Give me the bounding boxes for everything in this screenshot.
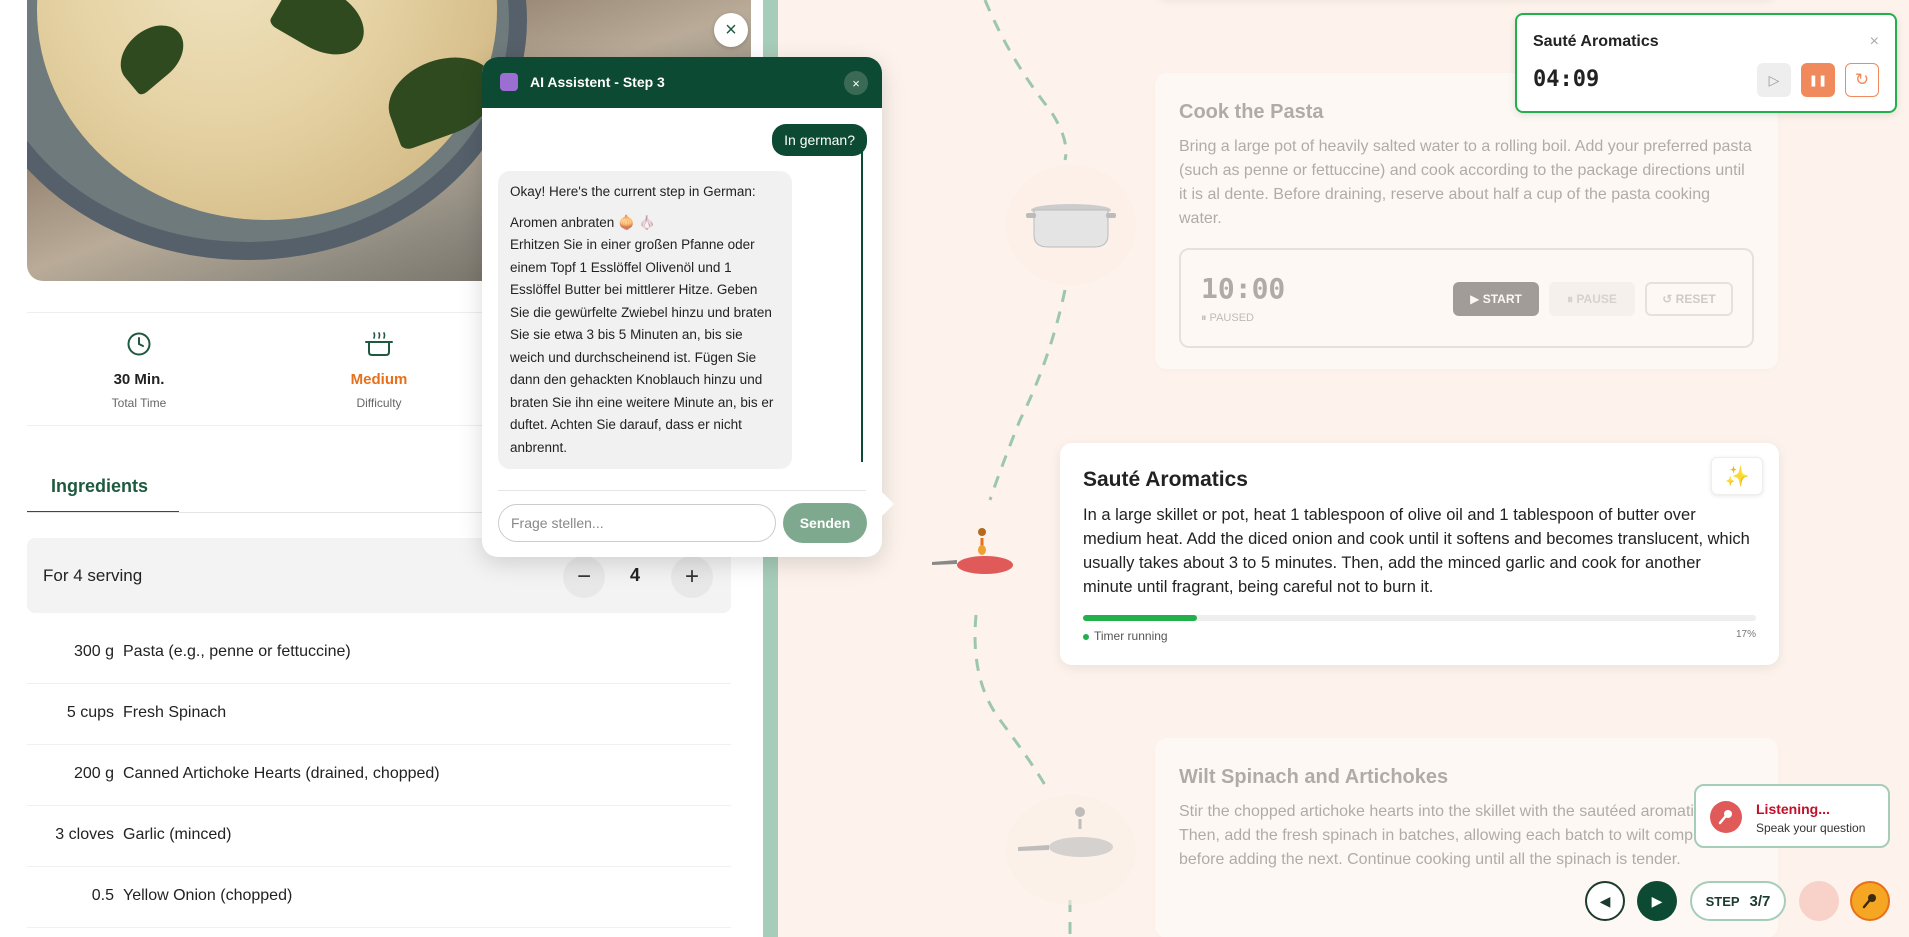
stat-value: Medium — [350, 371, 408, 388]
microphone-icon — [1862, 894, 1876, 909]
step-card-wilt-spinach[interactable]: Wilt Spinach and Artichokes Stir the cho… — [1155, 738, 1778, 937]
assistant-intro: Okay! Here's the current step in German: — [510, 184, 756, 199]
assistant-heading: Aromen anbraten 🧅 🧄 — [510, 214, 656, 230]
decrease-serving-button[interactable]: − — [563, 556, 605, 598]
timer-status: Timer running — [1083, 629, 1168, 643]
status-dot-icon — [1083, 633, 1089, 640]
stat-total-time: 30 Min. Total Time — [54, 331, 224, 410]
pan-illustration — [930, 520, 1020, 580]
step-timer: 10:00 ⏸ PAUSED ▶ START ⏸ PAUSE ↺ RESET — [1179, 248, 1754, 348]
step-title: Wilt Spinach and Artichokes — [1179, 766, 1449, 788]
timer-display: 10:00 — [1201, 272, 1286, 305]
ingredient-name: Garlic (minced) — [123, 826, 232, 843]
timer-progress-percent: 17% — [1735, 629, 1756, 640]
user-message: In german? — [772, 124, 867, 156]
ai-assistant-chat: AI Assistent - Step 3 × In german? Okay!… — [482, 57, 894, 557]
floating-timer-title: Sauté Aromatics — [1533, 33, 1659, 50]
pot-icon — [294, 331, 464, 361]
step-label: STEP — [1705, 893, 1740, 909]
timer-progress-fill — [1083, 615, 1198, 621]
step-title: Sauté Aromatics — [1083, 468, 1248, 491]
sparkle-icon: ✨ — [1724, 465, 1750, 488]
ingredient-row: 200 g Canned Artichoke Hearts (drained, … — [27, 745, 731, 806]
microphone-icon — [1710, 801, 1742, 833]
step-text: Stir the chopped artichoke hearts into t… — [1179, 803, 1731, 868]
serving-count: 4 — [630, 565, 641, 585]
ingredient-name: Canned Artichoke Hearts (drained, choppe… — [123, 765, 440, 782]
increase-serving-button[interactable]: + — [671, 556, 713, 598]
ingredient-amount: 5 cups — [66, 704, 114, 721]
reset-button[interactable]: ↺ RESET — [1645, 282, 1733, 316]
step-text: Bring a large pot of heavily salted wate… — [1179, 138, 1752, 227]
previous-step-button[interactable]: ◀ — [1585, 881, 1625, 921]
close-chat-button[interactable]: × — [844, 71, 868, 95]
serving-label: For 4 serving — [43, 566, 143, 585]
listening-indicator: Listening... Speak your question — [1694, 784, 1890, 848]
timer-status-text: Timer running — [1094, 629, 1168, 643]
step-text: In a large skillet or pot, heat 1 tables… — [1083, 506, 1750, 596]
assistant-message: Okay! Here's the current step in German:… — [498, 171, 792, 469]
ingredient-row: 0.5 Yellow Onion (chopped) — [27, 867, 731, 928]
chat-title: AI Assistent - Step 3 — [530, 74, 665, 90]
chat-scrollbar[interactable] — [861, 137, 863, 462]
step-indicator: STEP 3/7 — [1690, 881, 1786, 921]
step-title: Cook the Pasta — [1179, 101, 1324, 123]
ingredient-amount: 0.5 — [91, 887, 114, 904]
ingredient-row: 300 g Pasta (e.g., penne or fettuccine) — [27, 623, 731, 684]
timer-progress-bar — [1083, 615, 1756, 621]
close-icon[interactable]: × — [714, 13, 748, 47]
floating-timer: Sauté Aromatics × 04:09 ▷ ❚❚ ↻ — [1515, 13, 1897, 113]
listening-title: Listening... — [1756, 801, 1830, 817]
clock-icon — [54, 331, 224, 361]
step-card-saute-aromatics[interactable]: Sauté Aromatics ✨ In a large skillet or … — [1060, 443, 1779, 665]
robot-icon — [500, 73, 518, 91]
play-button[interactable]: ▷ — [1757, 63, 1791, 97]
reset-button[interactable]: ↻ — [1845, 63, 1879, 97]
start-button[interactable]: ▶ START — [1453, 282, 1539, 316]
close-icon[interactable]: × — [1870, 33, 1879, 51]
pot-illustration — [1006, 165, 1136, 285]
floating-timer-display: 04:09 — [1533, 67, 1600, 92]
ingredient-row: 5 cups Fresh Spinach — [27, 684, 731, 745]
send-button[interactable]: Senden — [783, 503, 867, 543]
tab-ingredients[interactable]: Ingredients — [27, 465, 179, 513]
next-step-button[interactable]: ▶ — [1637, 881, 1677, 921]
record-button[interactable] — [1799, 881, 1839, 921]
assistant-body: Erhitzen Sie in einer großen Pfanne oder… — [510, 237, 774, 455]
chat-divider — [498, 490, 866, 491]
ingredient-name: Pasta (e.g., penne or fettuccine) — [123, 643, 351, 660]
ingredient-name: Yellow Onion (chopped) — [123, 887, 293, 904]
chat-pointer — [880, 490, 894, 518]
timer-status: ⏸ PAUSED — [1201, 312, 1254, 324]
step-counter: 3/7 — [1749, 892, 1771, 910]
ingredient-amount: 200 g — [73, 765, 114, 782]
pause-button[interactable]: ❚❚ — [1801, 63, 1835, 97]
ingredient-row: 3 cloves Garlic (minced) — [27, 806, 731, 867]
stat-value: 30 Min. — [113, 371, 165, 388]
stat-label: Difficulty — [356, 396, 402, 410]
ai-assistant-button[interactable]: ✨ — [1711, 457, 1763, 495]
stat-label: Total Time — [111, 396, 167, 410]
chat-header: AI Assistent - Step 3 × — [482, 57, 882, 108]
chat-input[interactable] — [498, 504, 776, 542]
pan-illustration — [1006, 795, 1136, 905]
ingredient-amount: 3 cloves — [55, 826, 114, 843]
ingredient-name: Fresh Spinach — [123, 704, 227, 721]
ingredient-amount: 300 g — [73, 643, 114, 660]
listening-subtitle: Speak your question — [1756, 821, 1866, 835]
microphone-button[interactable] — [1850, 881, 1890, 921]
step-card-cook-pasta[interactable]: Cook the Pasta Bring a large pot of heav… — [1155, 73, 1778, 369]
pause-button[interactable]: ⏸ PAUSE — [1549, 282, 1635, 316]
stat-difficulty: Medium Difficulty — [294, 331, 464, 410]
